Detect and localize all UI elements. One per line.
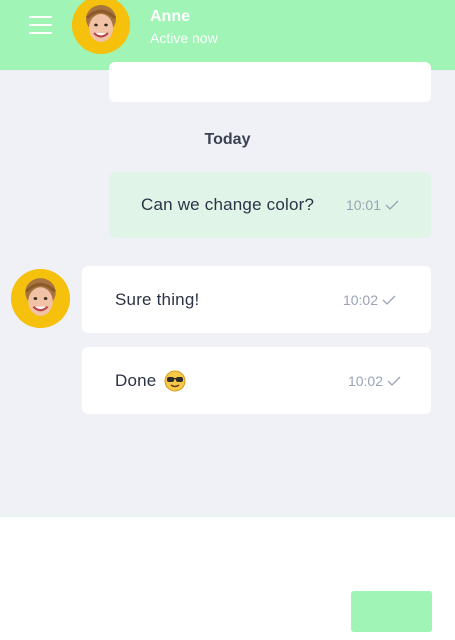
message-text: Can we change color? (141, 195, 315, 214)
day-separator: Today (204, 131, 251, 148)
message-text: Done (115, 347, 186, 414)
message-time: 10:02 (343, 266, 396, 333)
message-text-content: Done (115, 370, 157, 390)
contact-avatar-small[interactable] (11, 269, 70, 328)
chat-header: Anne Active now (0, 0, 455, 70)
incoming-message[interactable]: Done 10:02 (82, 347, 431, 414)
contact-name: Anne (150, 8, 190, 25)
message-time-text: 10:02 (347, 372, 383, 389)
message-time-text: 10:01 (345, 197, 381, 213)
contact-status: Active now (150, 30, 218, 46)
check-icon (385, 200, 399, 210)
contact-avatar[interactable] (72, 0, 130, 54)
message-time: 10:01 (346, 172, 399, 238)
message-time: 10:02 (348, 347, 401, 414)
outgoing-message[interactable]: Can we change color? 10:01 (109, 172, 431, 238)
message-text: Sure thing! (115, 289, 200, 309)
message-composer[interactable] (0, 516, 455, 640)
sunglasses-emoji-icon (164, 370, 186, 391)
send-button[interactable] (351, 591, 432, 632)
message-list[interactable]: Today Can we change color? 10:01 Sure th… (0, 62, 455, 516)
hamburger-menu-icon[interactable] (29, 16, 52, 34)
check-icon (387, 376, 401, 386)
message-time-text: 10:02 (342, 291, 378, 308)
check-icon (382, 295, 396, 305)
incoming-message[interactable]: Sure thing! 10:02 (82, 266, 431, 333)
previous-message-bubble (109, 62, 431, 102)
